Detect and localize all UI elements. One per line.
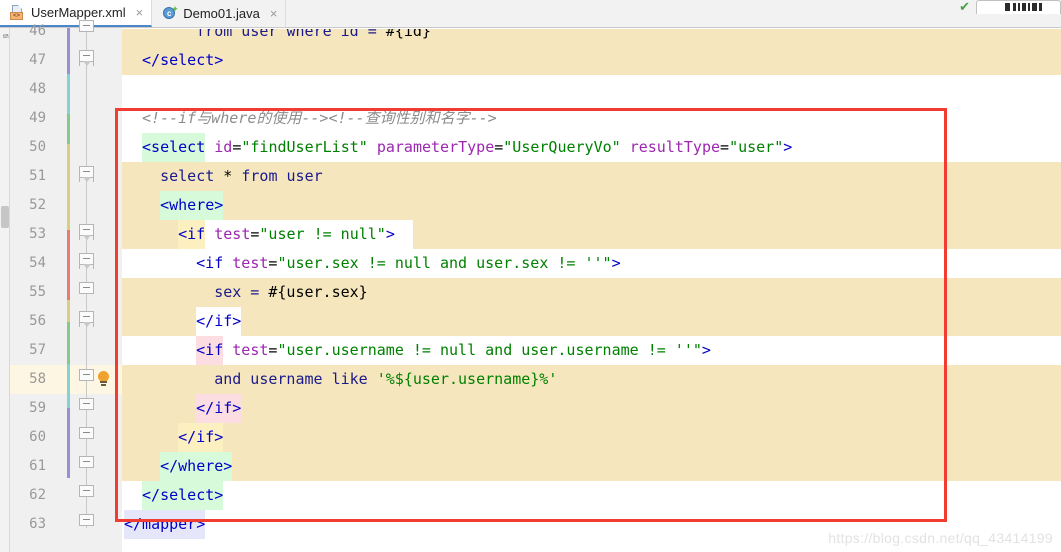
- code-fold-toggle[interactable]: [79, 253, 94, 269]
- vcs-change-marker[interactable]: [67, 74, 70, 114]
- code-line[interactable]: <where>: [122, 191, 1061, 220]
- line-number: 48: [29, 81, 46, 97]
- code-line-text: <select id="findUserList" parameterType=…: [142, 138, 793, 156]
- vcs-change-marker[interactable]: [67, 114, 70, 144]
- vcs-change-marker[interactable]: [67, 230, 70, 300]
- code-line[interactable]: <if test="user != null">: [122, 220, 1061, 249]
- run-configuration-widget[interactable]: [976, 0, 1061, 14]
- code-line[interactable]: <if test="user.sex != null and user.sex …: [122, 249, 1061, 278]
- code-line-text: </select>: [142, 486, 224, 504]
- code-fold-toggle[interactable]: [79, 50, 94, 66]
- code-line[interactable]: </if>: [122, 307, 1061, 336]
- line-number: 50: [29, 139, 46, 155]
- code-line-text: <where>: [160, 196, 224, 214]
- line-number: 58: [29, 371, 46, 387]
- code-fold-toggle[interactable]: [79, 456, 94, 468]
- vcs-change-marker[interactable]: [67, 300, 70, 322]
- code-line-text: select * from user: [160, 167, 323, 185]
- vcs-change-marker[interactable]: [67, 408, 70, 478]
- code-line[interactable]: <if test="user.username != null and user…: [122, 336, 1061, 365]
- code-line-text: from user where id = #{id}: [196, 28, 431, 40]
- line-number: 59: [29, 400, 46, 416]
- editor-tab-bar: <> UserMapper.xml × c ✦ Demo01.java × ✔: [0, 0, 1061, 28]
- toolbar-right-group: ✔: [959, 0, 1061, 14]
- code-line[interactable]: sex = #{user.sex}: [122, 278, 1061, 307]
- code-block-background: [122, 191, 1061, 220]
- line-number: 62: [29, 487, 46, 503]
- code-fold-toggle[interactable]: [79, 427, 94, 439]
- vcs-change-marker[interactable]: [67, 28, 70, 74]
- line-number: 52: [29, 197, 46, 213]
- code-line-text: </mapper>: [124, 515, 206, 533]
- code-line-text: sex = #{user.sex}: [214, 283, 368, 301]
- line-number: 51: [29, 168, 46, 184]
- line-number: 54: [29, 255, 46, 271]
- vcs-change-marker[interactable]: [67, 322, 70, 364]
- code-fold-toggle[interactable]: [79, 514, 94, 526]
- code-line-text: </select>: [142, 51, 224, 69]
- code-line[interactable]: <!--if与where的使用--><!--查询性别和名字-->: [122, 104, 1061, 133]
- code-line-text: </if>: [178, 428, 224, 446]
- code-line[interactable]: [122, 75, 1061, 104]
- code-line[interactable]: select * from user: [122, 162, 1061, 191]
- code-line-text: </if>: [196, 399, 242, 417]
- line-number: 56: [29, 313, 46, 329]
- idea-editor-window: <> UserMapper.xml × c ✦ Demo01.java × ✔: [0, 0, 1061, 552]
- code-line[interactable]: <select id="findUserList" parameterType=…: [122, 133, 1061, 162]
- code-block-background: [122, 423, 1061, 452]
- code-fold-toggle[interactable]: [79, 485, 94, 497]
- code-fold-toggle[interactable]: [79, 311, 94, 327]
- close-icon[interactable]: ×: [270, 7, 278, 20]
- line-number: 53: [29, 226, 46, 242]
- code-line[interactable]: </if>: [122, 394, 1061, 423]
- code-editor-area[interactable]: from user where id = #{id} </select> <!--i…: [122, 28, 1061, 552]
- code-line-text: <if test="user != null">: [178, 225, 395, 243]
- code-line-text: <!--if与where的使用--><!--查询性别和名字-->: [142, 109, 497, 127]
- code-line-text: </if>: [196, 312, 242, 330]
- code-fold-toggle[interactable]: [79, 369, 94, 381]
- code-fold-toggle[interactable]: [79, 282, 94, 294]
- editor-tab-label: Demo01.java: [183, 6, 260, 21]
- code-line[interactable]: </select>: [122, 481, 1061, 510]
- code-fold-toggle[interactable]: [79, 398, 94, 410]
- code-line-text: <if test="user.username != null and user…: [196, 341, 711, 359]
- line-number: 61: [29, 458, 46, 474]
- close-icon[interactable]: ×: [136, 6, 144, 19]
- code-line[interactable]: </if>: [122, 423, 1061, 452]
- line-number: 55: [29, 284, 46, 300]
- editor-top-clip: [122, 28, 1061, 29]
- code-block-background: [122, 307, 1061, 336]
- code-line-text: and username like '%${user.username}%': [214, 370, 558, 388]
- code-fold-toggle[interactable]: [79, 20, 94, 32]
- vcs-change-marker[interactable]: [67, 364, 70, 408]
- editor-gutter[interactable]: 46 47 48 49 50 51 52 53 54 55 56 57 58 59 60 61 62 63: [10, 20, 122, 552]
- watermark-text: https://blog.csdn.net/qq_43414199: [828, 530, 1053, 546]
- line-number: 57: [29, 342, 46, 358]
- editor-tab-demo01-java[interactable]: c ✦ Demo01.java ×: [152, 0, 287, 27]
- code-line-text: <if test="user.sex != null and user.sex …: [196, 254, 621, 272]
- intention-bulb-icon[interactable]: [95, 370, 113, 388]
- line-number: 46: [29, 23, 46, 39]
- line-number: 60: [29, 429, 46, 445]
- code-line[interactable]: </where>: [122, 452, 1061, 481]
- java-icon-spark: ✦: [171, 4, 179, 14]
- java-class-icon: c ✦: [162, 4, 179, 21]
- green-check-icon[interactable]: ✔: [959, 0, 970, 13]
- line-number: 47: [29, 52, 46, 68]
- code-line[interactable]: from user where id = #{id}: [122, 28, 1061, 46]
- tag-line-background: [122, 481, 1061, 510]
- code-fold-toggle[interactable]: [79, 166, 94, 182]
- line-number: 49: [29, 110, 46, 126]
- code-block-background: [122, 46, 1061, 75]
- code-block-background: [122, 452, 1061, 481]
- code-folding-line: [86, 28, 87, 528]
- code-line[interactable]: and username like '%${user.username}%': [122, 365, 1061, 394]
- code-fold-toggle[interactable]: [79, 224, 94, 240]
- code-line-text: </where>: [160, 457, 233, 475]
- line-number: 63: [29, 516, 46, 532]
- code-line[interactable]: </select>: [122, 46, 1061, 75]
- code-block-background: [122, 394, 1061, 423]
- vcs-change-marker[interactable]: [67, 144, 70, 230]
